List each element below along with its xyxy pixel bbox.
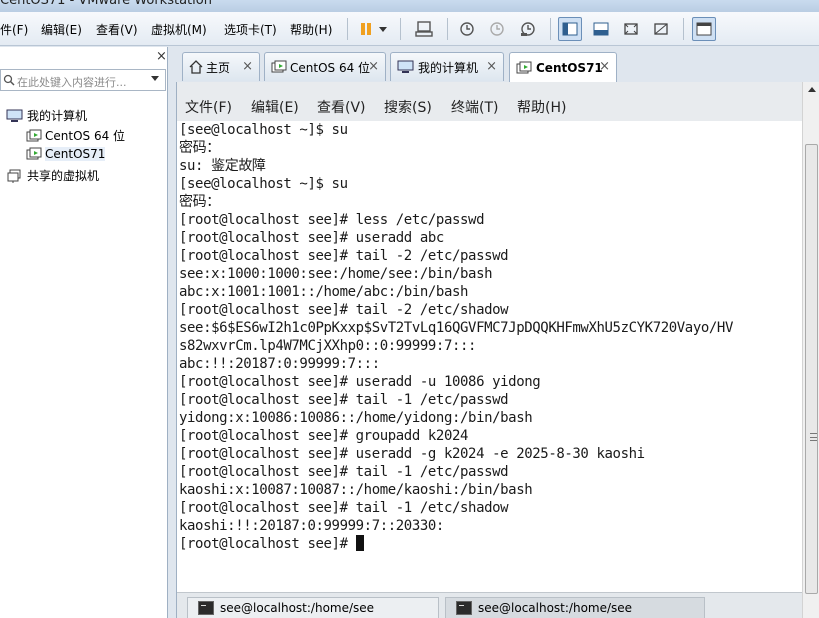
- terminal-line: kaoshi:x:10087:10087::/home/kaoshi:/bin/…: [179, 482, 533, 498]
- terminal-line: [root@localhost see]# useradd abc: [179, 230, 444, 246]
- terminal-line: abc:x:1001:1001::/home/abc:/bin/bash: [179, 284, 469, 300]
- terminal-menu-terminal[interactable]: 终端(T): [451, 97, 498, 117]
- menu-file[interactable]: 件(F): [0, 21, 28, 38]
- scroll-up-icon[interactable]: [808, 87, 816, 92]
- menu-edit[interactable]: 编辑(E): [41, 21, 82, 38]
- computer-icon: [6, 109, 23, 122]
- library-view-icon[interactable]: [558, 17, 582, 41]
- library-panel: × 在此处键入内容进行... 我的计算机 CentOS 64 位 CentOS7…: [0, 47, 168, 618]
- tab-close-icon[interactable]: ×: [242, 59, 253, 74]
- terminal-menu-edit[interactable]: 编辑(E): [251, 97, 299, 117]
- tree-item-my-computer[interactable]: 我的计算机: [6, 107, 87, 124]
- vm-icon: [26, 147, 42, 160]
- terminal-line: [root@localhost see]# tail -2 /etc/shado…: [179, 302, 509, 318]
- tree-item-centos71[interactable]: CentOS71: [26, 147, 106, 161]
- terminal-icon: [198, 601, 214, 615]
- terminal-line: [root@localhost see]# less /etc/passwd: [179, 212, 485, 228]
- terminal-line: [root@localhost see]# tail -1 /etc/passw…: [179, 464, 509, 480]
- toolbar-separator: [550, 18, 551, 40]
- terminal-menu-help[interactable]: 帮助(H): [517, 97, 566, 117]
- terminal-menu-view[interactable]: 查看(V): [317, 97, 366, 117]
- tab-my-computer[interactable]: 我的计算机 ×: [390, 52, 504, 81]
- library-search-input[interactable]: 在此处键入内容进行...: [0, 69, 166, 91]
- terminal-icon: [456, 601, 472, 615]
- menu-tabs[interactable]: 选项卡(T): [224, 21, 277, 38]
- snapshot-manager-icon[interactable]: [516, 17, 540, 41]
- revert-snapshot-icon[interactable]: [485, 17, 509, 41]
- terminal-output[interactable]: [see@localhost ~]$ su 密码： su: 鉴定故障 [see@loc…: [177, 121, 802, 593]
- snapshot-icon[interactable]: [455, 17, 479, 41]
- menu-vm[interactable]: 虚拟机(M): [151, 21, 207, 38]
- toolbar-separator: [347, 18, 348, 40]
- fullscreen-icon[interactable]: [619, 17, 643, 41]
- terminal-line: [see@localhost ~]$ su: [179, 122, 348, 138]
- terminal-line: [root@localhost see]# tail -2 /etc/passw…: [179, 248, 509, 264]
- terminal-line: abc:!!:20187:0:99999:7:::: [179, 356, 380, 372]
- terminal-line: [root@localhost see]# useradd -g k2024 -…: [179, 446, 645, 462]
- menu-view[interactable]: 查看(V): [96, 21, 138, 38]
- terminal-line: [root@localhost see]#: [179, 535, 802, 553]
- terminal-menu-search[interactable]: 搜索(S): [384, 97, 432, 117]
- terminal-line: yidong:x:10086:10086::/home/yidong:/bin/…: [179, 410, 533, 426]
- library-close-button[interactable]: ×: [156, 49, 167, 64]
- tab-bar: 主页 × CentOS 64 位 × 我的计算机 × CentOS71 ×: [176, 52, 819, 83]
- send-keys-icon[interactable]: [412, 17, 436, 41]
- terminal-line: [root@localhost see]# tail -1 /etc/shado…: [179, 500, 509, 516]
- computer-icon: [397, 60, 414, 73]
- terminal-menu-file[interactable]: 文件(F): [185, 97, 232, 117]
- vmware-window: CentOS71 - VMware Workstation 件(F) 编辑(E)…: [0, 0, 819, 618]
- tab-close-icon[interactable]: ×: [486, 59, 497, 74]
- search-icon: [3, 74, 15, 86]
- tab-home[interactable]: 主页 ×: [182, 52, 260, 81]
- terminal-line: see:x:1000:1000:see:/home/see:/bin/bash: [179, 266, 493, 282]
- scrollbar-thumb[interactable]: [805, 144, 818, 594]
- tree-item-centos64[interactable]: CentOS 64 位: [26, 127, 125, 144]
- taskbar-window-2[interactable]: see@localhost:/home/see: [445, 597, 705, 618]
- pause-icon[interactable]: [354, 17, 378, 41]
- toolbar-separator: [447, 18, 448, 40]
- terminal-cursor: [355, 535, 364, 551]
- vm-icon: [271, 60, 287, 73]
- terminal-line: s82wxvrCm.lp4W7MCjXXhp0::0:99999:7:::: [179, 338, 477, 354]
- terminal-line: 密码：: [179, 140, 220, 156]
- tree-item-shared-vms[interactable]: 共享的虚拟机: [6, 167, 99, 184]
- window-title: CentOS71 - VMware Workstation: [0, 0, 212, 8]
- grip-icon: [810, 433, 817, 441]
- thumbnail-icon[interactable]: [692, 17, 716, 41]
- terminal-line: [root@localhost see]# groupadd k2024: [179, 428, 469, 444]
- toolbar-separator: [400, 18, 401, 40]
- terminal-menubar: 文件(F) 编辑(E) 查看(V) 搜索(S) 终端(T) 帮助(H): [177, 92, 803, 118]
- shared-vm-icon: [7, 169, 21, 183]
- menubar: 件(F) 编辑(E) 查看(V) 虚拟机(M) 选项卡(T) 帮助(H): [0, 12, 819, 46]
- home-icon: [189, 60, 203, 74]
- taskbar-window-1[interactable]: see@localhost:/home/see: [187, 597, 439, 618]
- unity-icon[interactable]: [649, 17, 673, 41]
- menu-help[interactable]: 帮助(H): [290, 21, 332, 38]
- console-view-icon[interactable]: [589, 17, 613, 41]
- terminal-line: [root@localhost see]# tail -1 /etc/passw…: [179, 392, 509, 408]
- tab-centos64[interactable]: CentOS 64 位 ×: [264, 52, 386, 81]
- search-placeholder: 在此处键入内容进行...: [17, 76, 127, 89]
- vm-icon: [26, 129, 42, 141]
- chevron-down-icon[interactable]: [151, 76, 159, 81]
- toolbar-separator: [683, 18, 684, 40]
- tab-close-icon[interactable]: ×: [599, 59, 610, 74]
- guest-taskbar: see@localhost:/home/see see@localhost:/h…: [177, 592, 802, 618]
- terminal-line: see:$6$ES6wI2h1c0PpKxxp$SvT2TvLq16QGVFMC…: [179, 320, 733, 336]
- vm-icon: [516, 61, 532, 74]
- terminal-line: kaoshi:!!:20187:0:99999:7::20330:: [179, 518, 444, 534]
- title-bar: CentOS71 - VMware Workstation: [0, 0, 819, 12]
- vertical-scrollbar[interactable]: [802, 82, 819, 618]
- terminal-line: [root@localhost see]# useradd -u 10086 y…: [179, 374, 541, 390]
- terminal-line: su: 鉴定故障: [179, 158, 266, 174]
- dropdown-icon[interactable]: [376, 17, 390, 41]
- tab-centos71[interactable]: CentOS71 ×: [509, 52, 617, 83]
- tab-close-icon[interactable]: ×: [368, 59, 379, 74]
- terminal-line: [see@localhost ~]$ su: [179, 176, 348, 192]
- terminal-line: 密码：: [179, 194, 220, 210]
- vm-console[interactable]: 文件(F) 编辑(E) 查看(V) 搜索(S) 终端(T) 帮助(H) [see…: [176, 82, 819, 618]
